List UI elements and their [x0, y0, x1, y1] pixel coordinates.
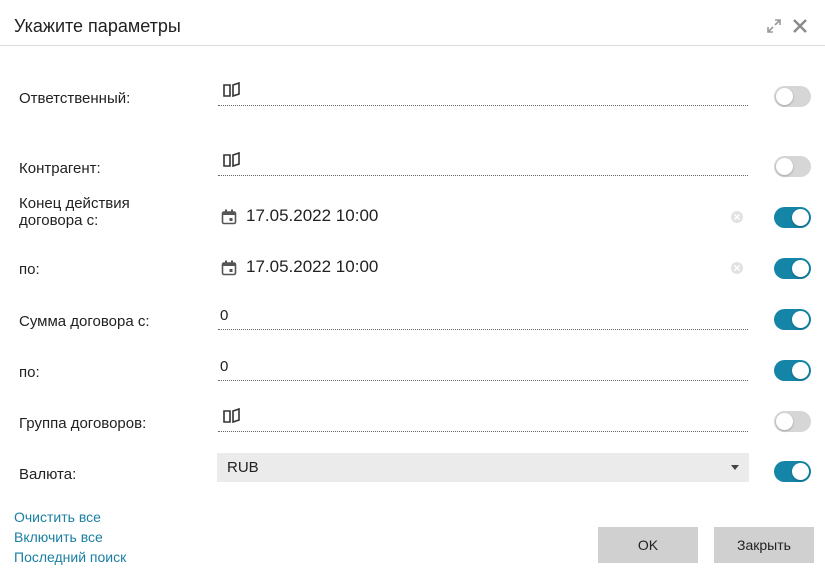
last-search-link[interactable]: Последний поиск: [14, 549, 126, 565]
end-from-value: 17.05.2022 10:00: [246, 206, 379, 225]
end-from-toggle[interactable]: [774, 207, 811, 228]
sum-from-field[interactable]: 0: [218, 302, 748, 330]
caret-down-icon: [731, 465, 739, 470]
sum-from-toggle[interactable]: [774, 309, 811, 330]
book-icon[interactable]: [222, 82, 242, 98]
group-field[interactable]: [218, 404, 748, 432]
clear-icon[interactable]: [730, 210, 744, 224]
toggle-knob: [792, 209, 809, 226]
calendar-icon[interactable]: [221, 209, 237, 225]
toggle-knob: [792, 260, 809, 277]
toggle-knob: [792, 362, 809, 379]
sum-to-label: по:: [19, 364, 40, 381]
currency-select[interactable]: RUB: [217, 453, 749, 482]
end-to-date-field[interactable]: 17.05.2022 10:00: [218, 255, 748, 283]
toggle-knob: [776, 413, 793, 430]
toggle-knob: [792, 463, 809, 480]
sum-to-toggle[interactable]: [774, 360, 811, 381]
end-to-value: 17.05.2022 10:00: [246, 257, 379, 276]
responsible-toggle[interactable]: [774, 86, 811, 107]
end-to-toggle[interactable]: [774, 258, 811, 279]
sum-to-field[interactable]: 0: [218, 353, 748, 381]
toggle-knob: [792, 311, 809, 328]
dialog-header: Укажите параметры: [0, 0, 825, 46]
counterparty-field[interactable]: [218, 148, 748, 176]
currency-toggle[interactable]: [774, 461, 811, 482]
enable-all-link[interactable]: Включить все: [14, 529, 103, 545]
sum-to-value: 0: [220, 358, 229, 375]
expand-icon[interactable]: [766, 18, 782, 34]
dialog-title: Укажите параметры: [14, 16, 181, 36]
clear-all-link[interactable]: Очистить все: [14, 509, 101, 525]
toggle-knob: [776, 158, 793, 175]
responsible-field[interactable]: [218, 78, 748, 106]
book-icon[interactable]: [222, 152, 242, 168]
ok-button[interactable]: OK: [598, 527, 698, 563]
clear-icon[interactable]: [730, 261, 744, 275]
book-icon[interactable]: [222, 408, 242, 424]
close-button[interactable]: Закрыть: [714, 527, 814, 563]
currency-value: RUB: [227, 459, 259, 476]
group-toggle[interactable]: [774, 411, 811, 432]
toggle-knob: [776, 88, 793, 105]
group-label: Группа договоров:: [19, 415, 147, 432]
responsible-label: Ответственный:: [19, 90, 131, 107]
end-from-date-field[interactable]: 17.05.2022 10:00: [218, 204, 748, 232]
close-icon[interactable]: [792, 18, 808, 34]
sum-from-label: Сумма договора с:: [19, 313, 150, 330]
currency-label: Валюта:: [19, 466, 77, 483]
end-to-label: по:: [19, 261, 40, 278]
counterparty-toggle[interactable]: [774, 156, 811, 177]
calendar-icon[interactable]: [221, 260, 237, 276]
counterparty-label: Контрагент:: [19, 160, 101, 177]
sum-from-value: 0: [220, 307, 229, 324]
end-from-label: Конец действия договора с:: [19, 195, 130, 229]
